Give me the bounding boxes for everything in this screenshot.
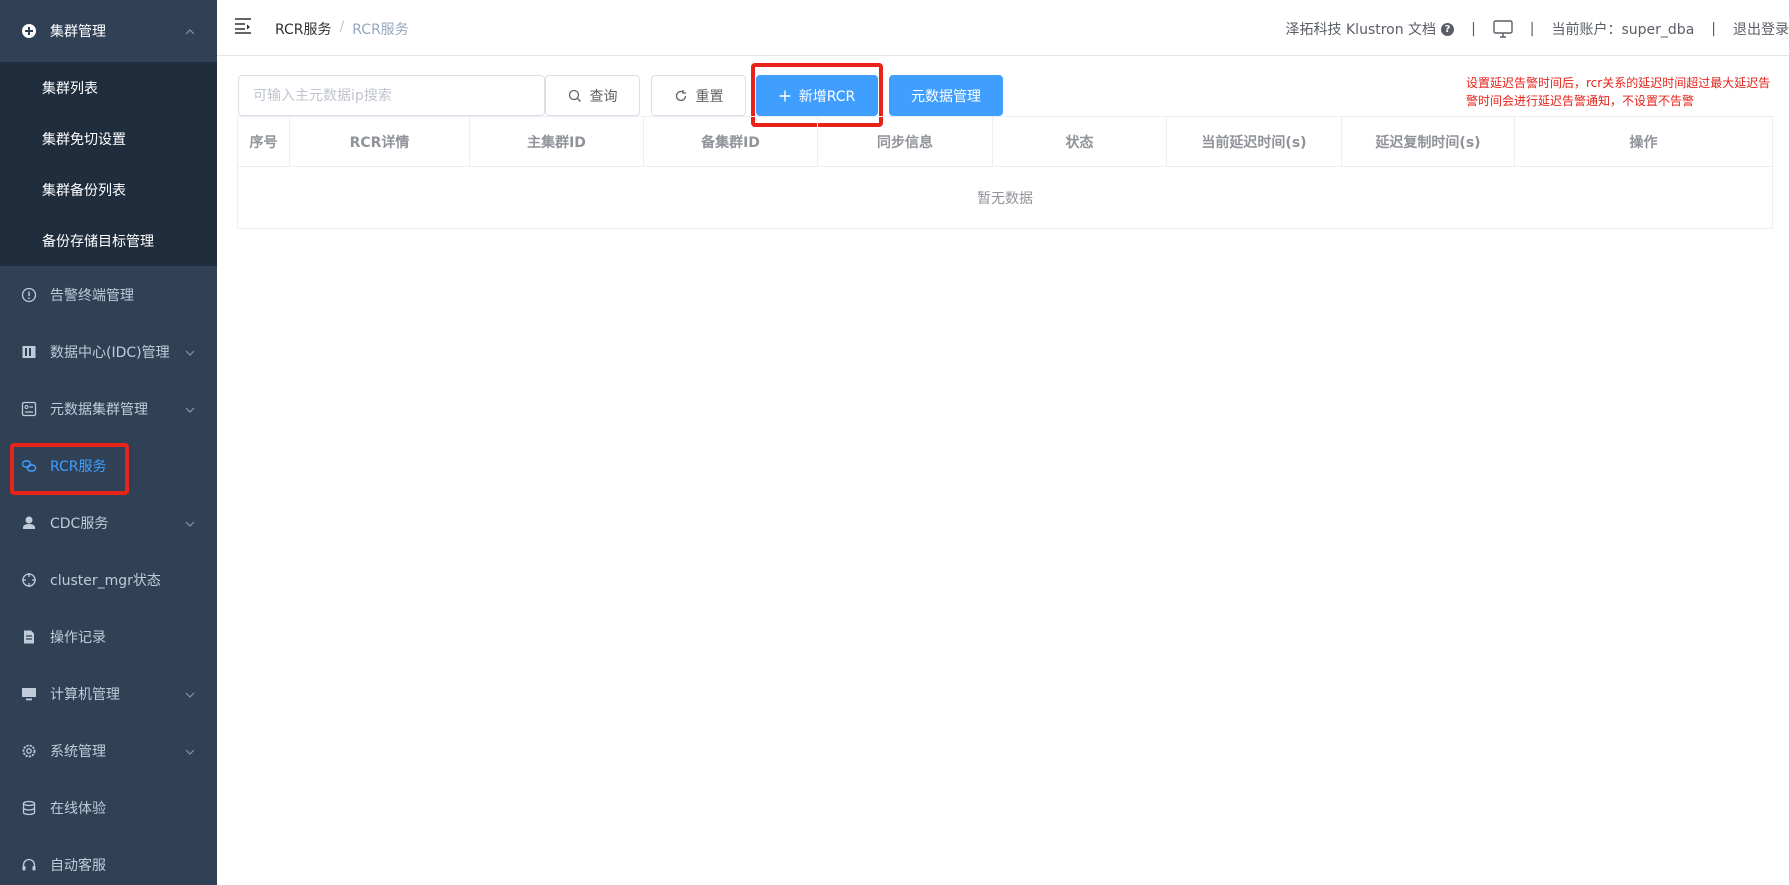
sidebar-item-label: 操作记录 [50,629,106,646]
database-panel-icon [20,400,38,418]
menu-toggle-icon[interactable] [234,17,254,35]
headset-icon [20,856,38,874]
stack-icon [20,799,38,817]
sidebar-item-label: 系统管理 [50,743,106,760]
column-header-sync-info: 同步信息 [818,117,993,166]
sidebar-item-rcr-service[interactable]: RCR服务 [0,437,217,494]
sidebar-item-cdc-service[interactable]: CDC服务 [0,494,217,551]
sidebar-item-metadata-cluster[interactable]: 元数据集群管理 [0,380,217,437]
breadcrumb-separator: / [339,19,345,35]
docs-link[interactable]: 泽拓科技 Klustron 文档 [1286,19,1437,39]
plus-circle-icon [20,22,38,40]
chevron-down-icon [185,345,195,359]
monitor-icon [20,685,38,703]
monitor-icon[interactable] [1493,20,1513,38]
plus-icon [779,90,791,102]
sidebar-item-cluster-failover-settings[interactable]: 集群免切设置 [0,113,217,164]
delay-alert-notice: 设置延迟告警时间后，rcr关系的延迟时间超过最大延迟告警时间会进行延迟告警通知，… [1466,76,1771,108]
chevron-up-icon [185,24,195,38]
chevron-down-icon [185,402,195,416]
sidebar-item-cluster-backup-list[interactable]: 集群备份列表 [0,164,217,215]
sidebar-item-alert-terminal[interactable]: 告警终端管理 [0,266,217,323]
sidebar-item-label: RCR服务 [50,458,107,475]
sidebar-item-label: 在线体验 [50,800,106,817]
sidebar-item-computer-management[interactable]: 计算机管理 [0,665,217,722]
alert-circle-icon [20,286,38,304]
rcr-table: 序号 RCR详情 主集群ID 备集群ID 同步信息 状态 当前延迟时间(s) 延… [237,116,1773,229]
top-navbar: RCR服务 / RCR服务 泽拓科技 Klustron 文档 ? | | 当前账… [217,0,1789,56]
column-header-status: 状态 [993,117,1167,166]
add-rcr-button[interactable]: 新增RCR [756,75,878,116]
search-icon [568,89,582,103]
sidebar-item-operation-log[interactable]: 操作记录 [0,608,217,665]
divider: | [1529,21,1535,37]
table-header: 序号 RCR详情 主集群ID 备集群ID 同步信息 状态 当前延迟时间(s) 延… [238,117,1772,167]
column-header-current-delay: 当前延迟时间(s) [1167,117,1342,166]
sidebar-item-label: 自动客服 [50,857,106,874]
column-header-rcr-detail: RCR详情 [290,117,470,166]
sidebar-item-label: 元数据集群管理 [50,401,148,418]
cluster-submenu: 集群列表 集群免切设置 集群备份列表 备份存储目标管理 [0,62,217,266]
breadcrumb-current: RCR服务 [352,22,409,38]
divider: | [1471,21,1476,37]
refresh-icon [674,89,688,103]
sidebar-item-cluster-mgr-status[interactable]: cluster_mgr状态 [0,551,217,608]
sidebar-item-label: cluster_mgr状态 [50,572,161,589]
sidebar-item-system-management[interactable]: 系统管理 [0,722,217,779]
column-header-standby-cluster-id: 备集群ID [644,117,818,166]
building-icon [20,343,38,361]
reset-button-label: 重置 [695,88,724,105]
column-header-primary-cluster-id: 主集群ID [470,117,644,166]
column-header-delayed-replication: 延迟复制时间(s) [1342,117,1515,166]
link-icon [20,457,38,475]
search-input[interactable] [238,75,545,116]
query-button[interactable]: 查询 [545,75,640,116]
sidebar-item-auto-support[interactable]: 自动客服 [0,836,217,885]
metadata-management-button-label: 元数据管理 [911,88,981,105]
chevron-down-icon [185,516,195,530]
question-icon[interactable]: ? [1441,22,1455,36]
gear-icon [20,742,38,760]
sidebar-item-label: 告警终端管理 [50,287,134,304]
sidebar-item-cluster-management[interactable]: 集群管理 [0,0,217,62]
logout-button[interactable]: 退出登录 [1733,19,1789,39]
sidebar-item-label: 数据中心(IDC)管理 [50,344,170,361]
query-button-label: 查询 [589,88,618,105]
sidebar-item-label: 集群管理 [50,24,106,40]
table-empty-text: 暂无数据 [977,190,1033,207]
header-right: 泽拓科技 Klustron 文档 ? | | 当前账户：super_dba | … [1286,19,1789,39]
column-header-actions: 操作 [1629,134,1658,151]
current-account: 当前账户：super_dba [1551,22,1695,38]
sidebar-item-label: CDC服务 [50,515,109,532]
metadata-management-button[interactable]: 元数据管理 [889,75,1003,116]
sidebar-item-cluster-list[interactable]: 集群列表 [0,62,217,113]
sidebar-item-online-trial[interactable]: 在线体验 [0,779,217,836]
sidebar-item-backup-storage-target[interactable]: 备份存储目标管理 [0,215,217,266]
column-header-index: 序号 [238,117,290,166]
document-icon [20,628,38,646]
breadcrumb-item-rcr-service[interactable]: RCR服务 [275,19,332,39]
reset-button[interactable]: 重置 [651,75,746,116]
sidebar-item-label: 计算机管理 [50,686,120,703]
add-rcr-button-label: 新增RCR [798,88,856,105]
crosshair-icon [20,571,38,589]
user-icon [20,514,38,532]
sidebar-item-idc-management[interactable]: 数据中心(IDC)管理 [0,323,217,380]
breadcrumb: RCR服务 / RCR服务 [275,19,409,39]
chevron-down-icon [185,687,195,701]
chevron-down-icon [185,744,195,758]
sidebar: 集群管理 集群列表 集群免切设置 集群备份列表 备份存储目标管理 告警终端管理 … [0,0,217,885]
divider: | [1711,21,1716,37]
